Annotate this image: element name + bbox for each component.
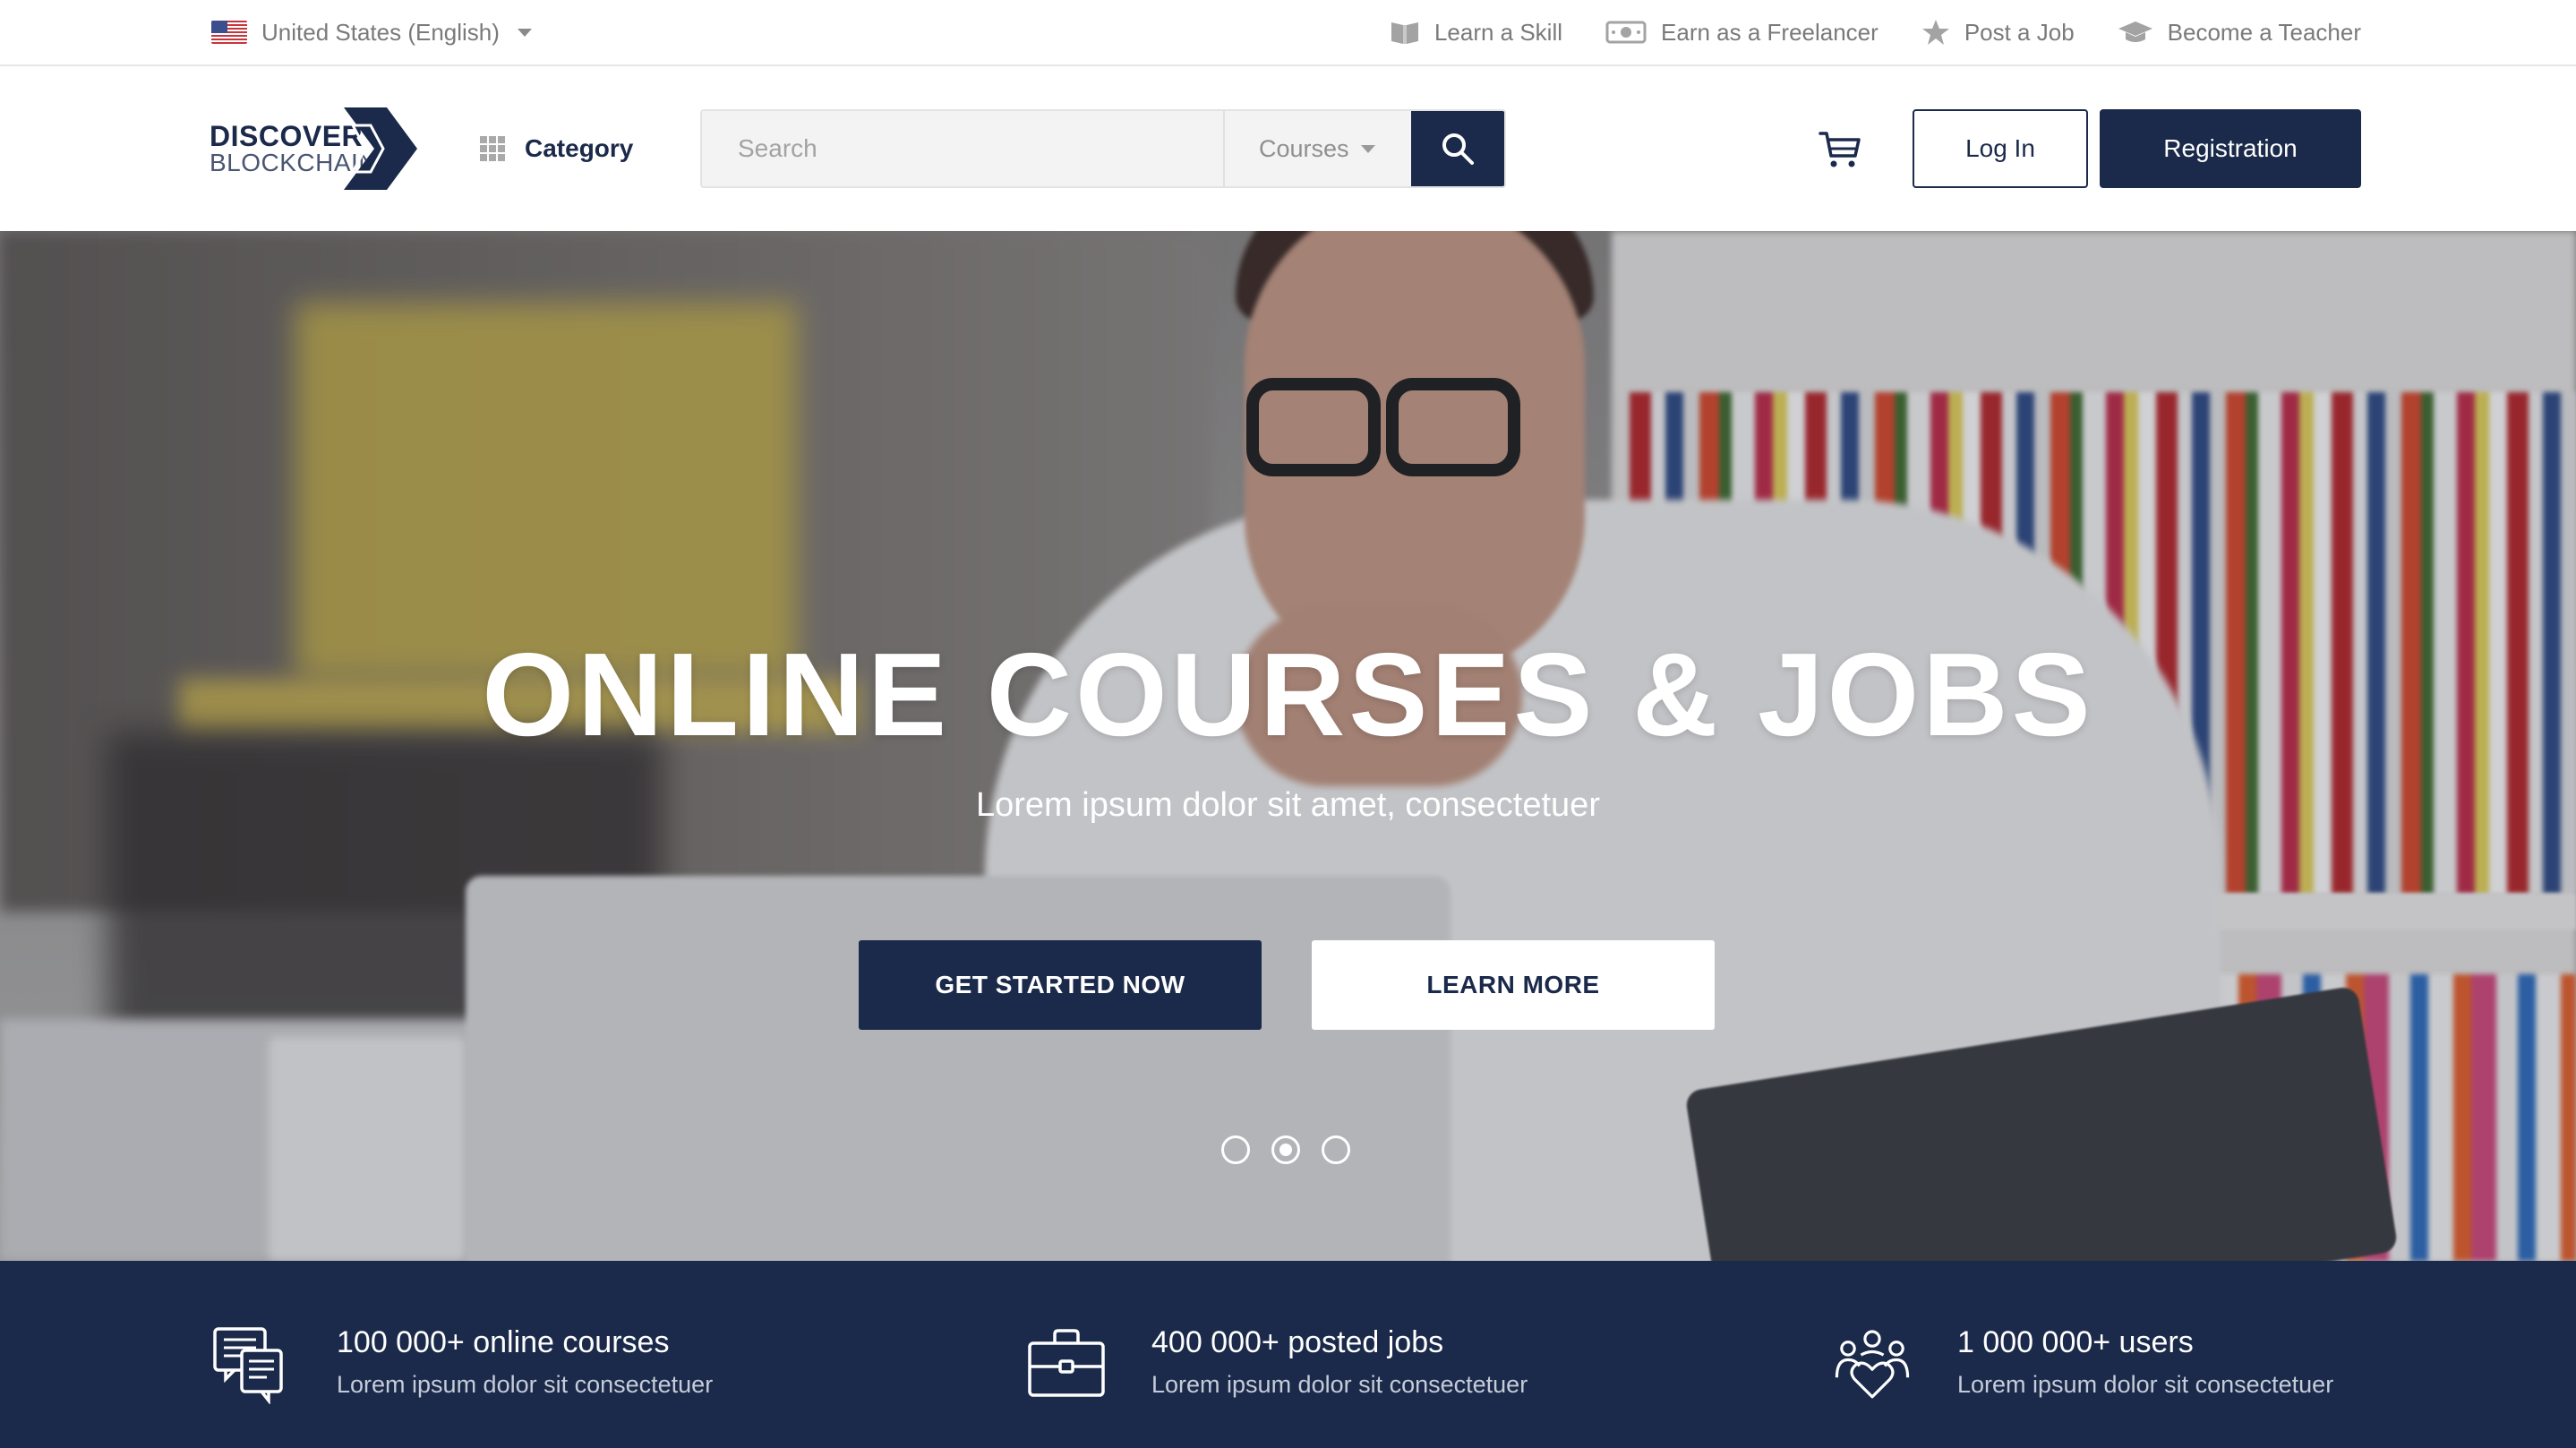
users-icon <box>1835 1330 1910 1399</box>
stat-users-title: 1 000 000+ users <box>1957 1325 2194 1359</box>
freelancer-label: Earn as a Freelancer <box>1661 18 1879 46</box>
learn-skill-link[interactable]: Learn a Skill <box>1390 19 1562 47</box>
stat-users-desc: Lorem ipsum dolor sit consectetuer <box>1957 1371 2334 1398</box>
hero-title: ONLINE COURSES & JOBS <box>482 629 2094 760</box>
search-input[interactable] <box>702 111 1223 186</box>
cart-icon <box>1819 132 1861 167</box>
chevron-down-icon <box>1361 144 1375 153</box>
cart-button[interactable] <box>1818 129 1862 170</box>
site-logo[interactable]: DISCOVER BLOCKCHAIN <box>210 107 417 190</box>
registration-button[interactable]: Registration <box>2100 109 2361 188</box>
post-job-label: Post a Job <box>1964 18 2075 46</box>
stat-users: 1 000 000+ users Lorem ipsum dolor sit c… <box>1832 1324 2333 1404</box>
top-links: Learn a Skill Earn as a Freelancer Post … <box>1390 0 2361 64</box>
stat-courses-title: 100 000+ online courses <box>337 1325 670 1359</box>
stat-jobs: 400 000+ posted jobs Lorem ipsum dolor s… <box>1026 1324 1528 1404</box>
carousel-dot-1[interactable] <box>1221 1135 1250 1164</box>
book-icon <box>1390 19 1420 46</box>
grid-icon <box>480 136 505 161</box>
carousel-dot-3[interactable] <box>1322 1135 1350 1164</box>
stat-courses-desc: Lorem ipsum dolor sit consectetuer <box>337 1371 714 1398</box>
graduation-cap-icon <box>2118 20 2153 45</box>
stats-band: 100 000+ online courses Lorem ipsum dolo… <box>0 1261 2576 1448</box>
carousel-dots <box>1221 1135 1350 1164</box>
logo-chevron-icon <box>344 107 417 190</box>
search-icon <box>1442 133 1474 165</box>
language-label: United States (English) <box>261 18 500 46</box>
category-menu[interactable]: Category <box>480 131 633 167</box>
learn-more-button[interactable]: LEARN MORE <box>1312 940 1715 1030</box>
hero-banner: ONLINE COURSES & JOBS Lorem ipsum dolor … <box>0 231 2576 1261</box>
us-flag-icon <box>211 21 247 44</box>
search-button[interactable] <box>1411 111 1504 186</box>
courses-icon <box>213 1327 283 1404</box>
star-icon <box>1921 19 1950 46</box>
become-teacher-label: Become a Teacher <box>2167 18 2361 46</box>
carousel-dot-2[interactable] <box>1271 1135 1300 1164</box>
category-label: Category <box>525 134 634 162</box>
top-utility-bar: United States (English) Learn a Skill Ea… <box>0 0 2576 66</box>
become-teacher-link[interactable]: Become a Teacher <box>2118 19 2361 47</box>
chevron-down-icon <box>517 28 532 37</box>
briefcase-icon <box>1028 1329 1105 1397</box>
search-scope-select[interactable]: Courses <box>1223 111 1411 186</box>
get-started-button[interactable]: GET STARTED NOW <box>859 940 1262 1030</box>
language-selector[interactable]: United States (English) <box>211 0 532 64</box>
login-button[interactable]: Log In <box>1913 109 2088 188</box>
stat-jobs-desc: Lorem ipsum dolor sit consectetuer <box>1151 1371 1528 1398</box>
search-bar: Courses <box>700 109 1506 188</box>
stat-jobs-title: 400 000+ posted jobs <box>1151 1325 1444 1359</box>
money-icon <box>1605 20 1647 45</box>
learn-skill-label: Learn a Skill <box>1433 18 1563 46</box>
main-header: DISCOVER BLOCKCHAIN Category Courses <box>0 66 2576 231</box>
hero-subtitle: Lorem ipsum dolor sit amet, consectetuer <box>976 786 1600 824</box>
search-scope-value: Courses <box>1259 134 1349 162</box>
post-job-link[interactable]: Post a Job <box>1921 19 2075 47</box>
freelancer-link[interactable]: Earn as a Freelancer <box>1605 19 1879 47</box>
stat-courses: 100 000+ online courses Lorem ipsum dolo… <box>211 1324 713 1404</box>
